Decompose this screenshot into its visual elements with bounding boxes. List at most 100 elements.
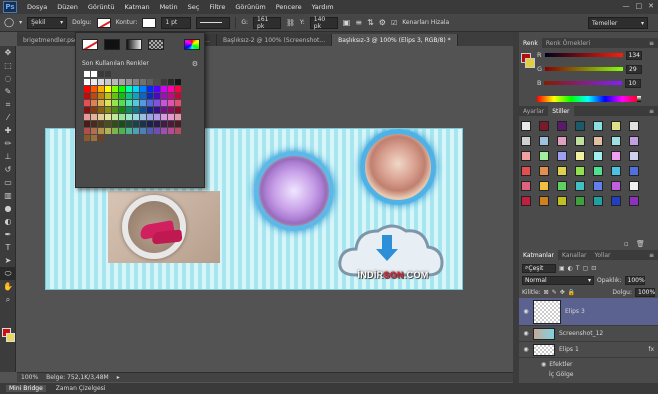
filter-pixel-icon[interactable]: ▣ <box>559 265 565 272</box>
style-swatch[interactable] <box>539 181 549 191</box>
lock-position-icon[interactable]: ✥ <box>560 289 565 296</box>
style-swatch[interactable] <box>629 121 639 131</box>
color-swatch[interactable] <box>126 100 132 106</box>
color-swatch[interactable] <box>91 135 97 141</box>
color-swatch[interactable] <box>126 128 132 134</box>
settings-gear-icon[interactable]: ⚙ <box>379 18 386 27</box>
style-swatch[interactable] <box>593 196 603 206</box>
blue-slider[interactable] <box>544 81 623 85</box>
color-swatch[interactable] <box>126 121 132 127</box>
style-swatch[interactable] <box>575 196 585 206</box>
crop-tool-icon[interactable]: ⌗ <box>0 98 16 111</box>
color-swatch[interactable] <box>147 93 153 99</box>
panel-menu-icon[interactable]: ≡ <box>649 108 658 115</box>
color-swatch[interactable] <box>133 121 139 127</box>
style-swatch[interactable] <box>611 166 621 176</box>
style-swatch[interactable] <box>575 181 585 191</box>
black-white-ramp[interactable] <box>637 96 641 102</box>
type-tool-icon[interactable]: T <box>0 241 16 254</box>
opacity-field[interactable]: 100% <box>624 275 645 285</box>
stroke-size-field[interactable]: 1 pt <box>161 16 192 29</box>
pattern-icon[interactable] <box>148 39 164 50</box>
color-swatch[interactable] <box>147 114 153 120</box>
zoom-tool-icon[interactable]: ⌕ <box>0 293 16 306</box>
layer-row-elips-3[interactable]: ◉ Elips 3 <box>519 298 658 326</box>
color-swatch[interactable] <box>154 128 160 134</box>
color-swatch[interactable] <box>133 128 139 134</box>
style-swatch[interactable] <box>539 151 549 161</box>
layer-filter-select[interactable]: ⌕ Çeşit <box>522 263 556 273</box>
green-value[interactable]: 29 <box>626 64 643 74</box>
color-swatch[interactable] <box>112 86 118 92</box>
color-swatch[interactable] <box>168 93 174 99</box>
color-swatch[interactable] <box>147 79 153 85</box>
brush-tool-icon[interactable]: ✏ <box>0 137 16 150</box>
lasso-tool-icon[interactable]: ◌ <box>0 72 16 85</box>
tab-channels[interactable]: Kanallar <box>558 252 590 259</box>
style-swatch[interactable] <box>521 151 531 161</box>
color-swatch[interactable] <box>161 107 167 113</box>
color-swatch[interactable] <box>140 121 146 127</box>
color-swatch[interactable] <box>98 86 104 92</box>
color-swatch[interactable] <box>126 86 132 92</box>
lock-transparent-icon[interactable]: ⊠ <box>544 289 549 296</box>
menu-goruntu[interactable]: Görüntü <box>88 3 115 11</box>
popup-gear-icon[interactable]: ⚙ <box>192 60 198 68</box>
recent-color-swatch[interactable] <box>105 71 111 77</box>
color-swatch[interactable] <box>168 107 174 113</box>
style-swatch[interactable] <box>521 121 531 131</box>
clone-stamp-tool-icon[interactable]: ⊥ <box>0 150 16 163</box>
style-swatch[interactable] <box>593 136 603 146</box>
hand-tool-icon[interactable]: ✋ <box>0 280 16 293</box>
style-swatch[interactable] <box>575 136 585 146</box>
color-swatch[interactable] <box>98 93 104 99</box>
color-swatch[interactable] <box>91 121 97 127</box>
style-swatch[interactable] <box>611 196 621 206</box>
color-swatch[interactable] <box>133 100 139 106</box>
style-swatch[interactable] <box>629 181 639 191</box>
color-swatch[interactable] <box>119 121 125 127</box>
red-slider[interactable] <box>544 53 623 57</box>
menu-sec[interactable]: Seç <box>188 3 200 11</box>
color-swatch[interactable] <box>105 121 111 127</box>
color-swatch[interactable] <box>175 79 181 85</box>
blue-value[interactable]: 10 <box>625 78 642 88</box>
color-swatch[interactable] <box>105 128 111 134</box>
recent-color-swatch[interactable] <box>91 71 97 77</box>
style-swatch[interactable] <box>611 181 621 191</box>
menu-pencere[interactable]: Pencere <box>276 3 302 11</box>
menu-gorunum[interactable]: Görünüm <box>235 3 265 11</box>
style-swatch[interactable] <box>539 121 549 131</box>
ellipse-tool-icon[interactable]: ◯ <box>4 18 14 28</box>
color-swatch[interactable] <box>168 121 174 127</box>
tab-color[interactable]: Renk <box>519 38 542 48</box>
menu-katman[interactable]: Katman <box>124 3 149 11</box>
color-swatch[interactable] <box>112 128 118 134</box>
color-swatch[interactable] <box>133 79 139 85</box>
no-color-icon[interactable] <box>82 39 98 50</box>
style-swatch[interactable] <box>575 121 585 131</box>
style-swatch[interactable] <box>539 196 549 206</box>
gradient-tool-icon[interactable]: ▥ <box>0 189 16 202</box>
gradient-icon[interactable] <box>126 39 142 50</box>
quick-select-tool-icon[interactable]: ✎ <box>0 85 16 98</box>
color-swatch[interactable] <box>140 93 146 99</box>
path-operations-icon[interactable]: ▣ <box>343 18 351 27</box>
dodge-tool-icon[interactable]: ◐ <box>0 215 16 228</box>
color-swatch[interactable] <box>119 128 125 134</box>
color-swatch[interactable] <box>161 93 167 99</box>
color-swatch[interactable] <box>175 121 181 127</box>
style-swatch[interactable] <box>611 151 621 161</box>
color-swatch[interactable] <box>147 107 153 113</box>
color-swatch[interactable] <box>119 79 125 85</box>
visibility-eye-icon[interactable]: ◉ <box>519 346 533 353</box>
style-swatch[interactable] <box>557 151 567 161</box>
stroke-type-select[interactable] <box>196 16 231 29</box>
shape-mode-select[interactable]: Şekil ▾ <box>27 16 68 29</box>
align-edges-checkbox[interactable]: ☑ <box>391 19 397 27</box>
style-swatch[interactable] <box>521 136 531 146</box>
workspace-select[interactable]: Temeller ▾ <box>588 17 648 29</box>
color-swatch[interactable] <box>126 107 132 113</box>
move-tool-icon[interactable]: ✥ <box>0 46 16 59</box>
tab-adjustments[interactable]: Ayarlar <box>519 108 548 115</box>
